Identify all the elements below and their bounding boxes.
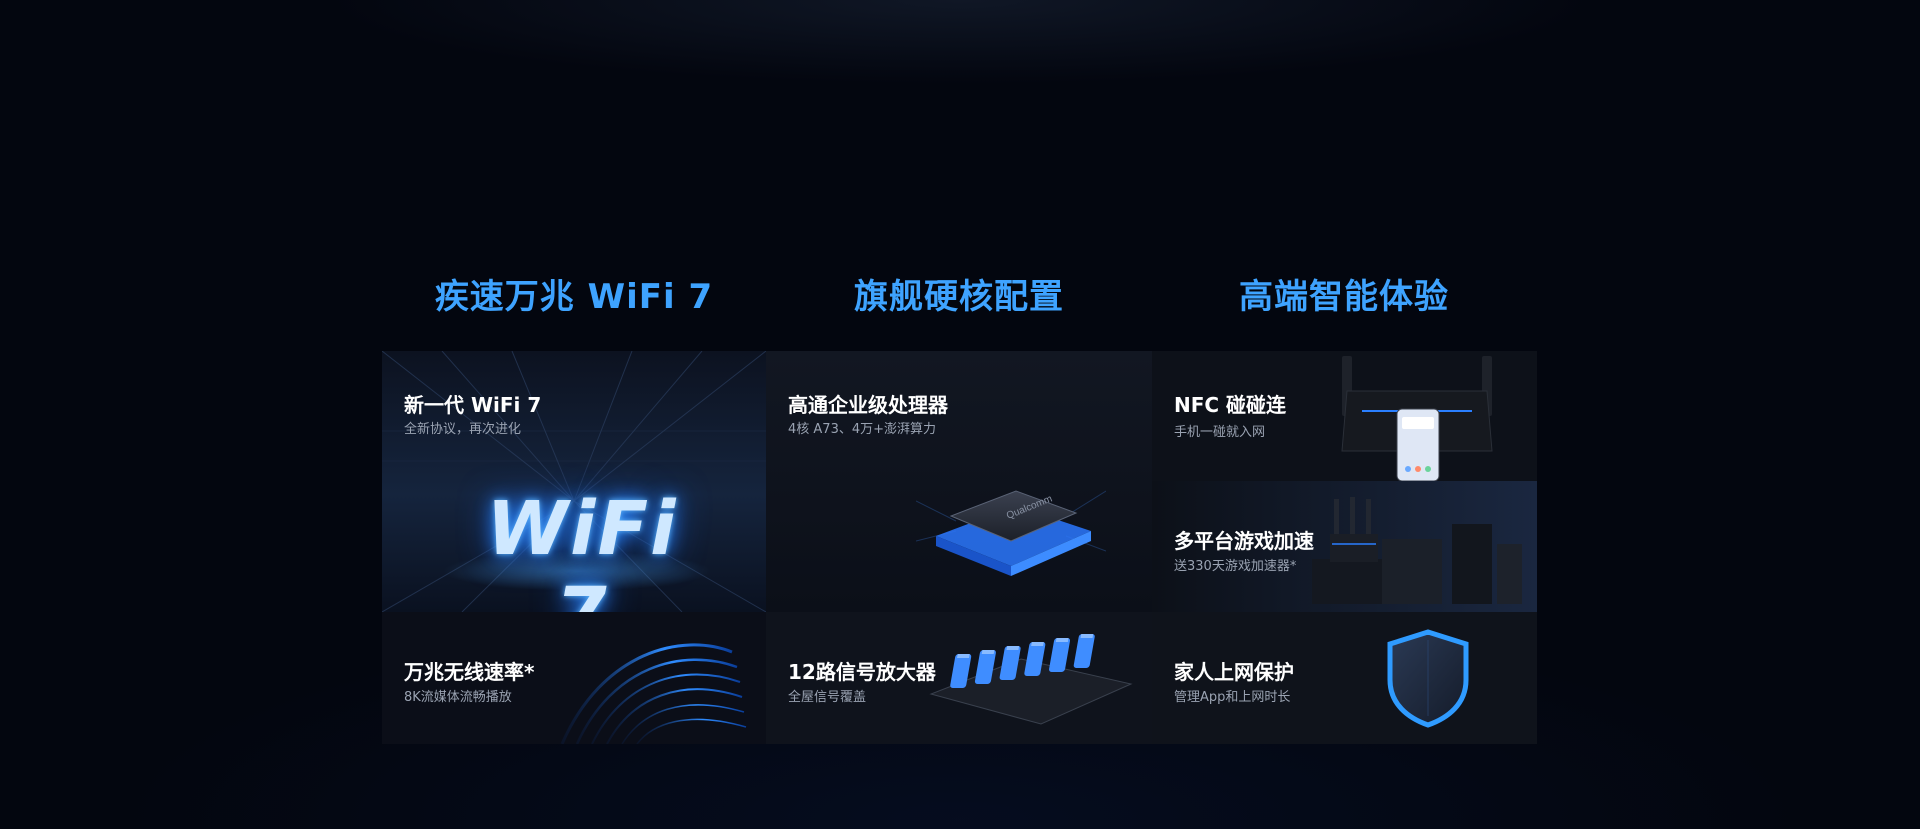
tile-subtitle: 全新协议，再次进化	[404, 422, 522, 437]
router-phone-graphic	[1341, 356, 1493, 481]
tile-title: 家人上网保护	[1174, 660, 1294, 684]
amplifier-board-graphic	[929, 634, 1133, 725]
tile-subtitle: 4核 A73、4万+澎湃算力	[788, 422, 937, 437]
feature-grid: WiFi 7 新一代 WiFi 7 全新协议，再次进化 万兆无线速率*	[382, 351, 1537, 744]
column-heading-wifi7: 疾速万兆 WiFi 7	[434, 277, 714, 317]
tile-game-acceleration[interactable]: 多平台游戏加速 送330天游戏加速器*	[1152, 481, 1537, 612]
tile-subtitle: 8K流媒体流畅播放	[404, 690, 512, 705]
tile-subtitle: 送330天游戏加速器*	[1174, 559, 1297, 574]
tile-wifi7[interactable]: WiFi 7 新一代 WiFi 7 全新协议，再次进化	[382, 351, 766, 612]
tile-processor[interactable]: Qualcomm 高通企业级处理器 4核 A73、4万+澎湃算力	[766, 351, 1152, 612]
processor-chip-graphic: Qualcomm	[916, 490, 1106, 576]
speed-swirl-graphic	[560, 643, 747, 744]
tile-signal-amplifier[interactable]: 12路信号放大器 全屋信号覆盖	[766, 612, 1152, 744]
tile-title: NFC 碰碰连	[1174, 393, 1287, 417]
tile-title: 多平台游戏加速	[1174, 529, 1314, 553]
tile-subtitle: 全屋信号覆盖	[788, 690, 867, 705]
tile-family-protection[interactable]: 家人上网保护 管理App和上网时长	[1152, 612, 1537, 744]
tile-subtitle: 手机一碰就入网	[1174, 425, 1266, 440]
column-heading-hardware: 旗舰硬核配置	[854, 277, 1064, 317]
tile-title: 12路信号放大器	[788, 660, 936, 684]
gaming-devices-graphic	[1312, 497, 1522, 604]
tile-wireless-speed[interactable]: 万兆无线速率* 8K流媒体流畅播放	[382, 612, 766, 744]
column-heading-smart: 高端智能体验	[1239, 277, 1449, 317]
wifi7-logo-text: WiFi 7	[486, 486, 678, 612]
tile-nfc[interactable]: NFC 碰碰连 手机一碰就入网	[1152, 351, 1537, 481]
shield-icon	[1387, 629, 1469, 728]
tile-title: 万兆无线速率*	[404, 660, 535, 684]
tile-subtitle: 管理App和上网时长	[1174, 690, 1291, 705]
tile-title: 高通企业级处理器	[788, 393, 948, 417]
tile-title: 新一代 WiFi 7	[404, 393, 542, 417]
